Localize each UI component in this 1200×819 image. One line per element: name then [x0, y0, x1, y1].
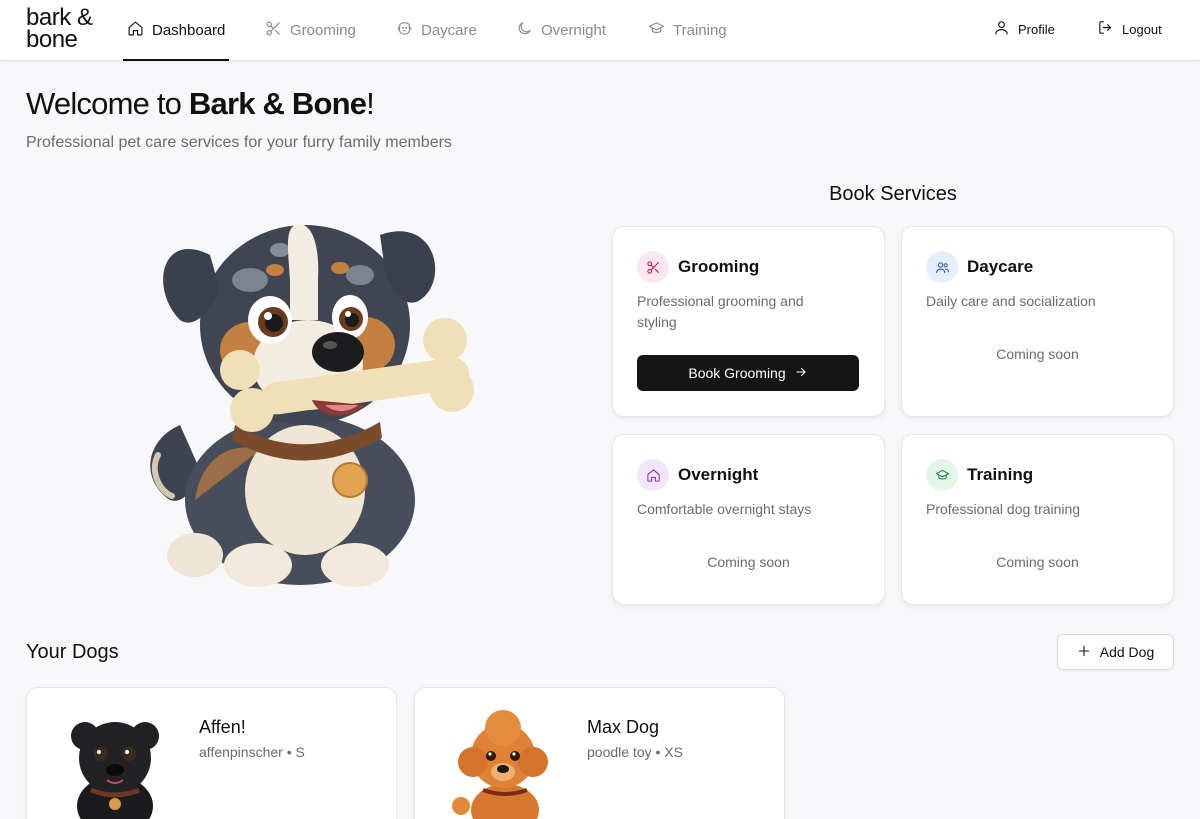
nav-tab-label: Grooming	[290, 22, 356, 39]
users-icon	[926, 251, 958, 283]
scissors-icon	[637, 251, 669, 283]
service-card-overnight: Overnight Comfortable overnight stays Co…	[612, 434, 885, 605]
card-title: Training	[967, 465, 1034, 484]
service-card-daycare: Daycare Daily care and socialization Com…	[901, 226, 1174, 417]
dog-breed: poodle toy	[587, 744, 652, 760]
dog-size: XS	[664, 744, 683, 760]
card-title: Overnight	[678, 465, 759, 484]
dog-meta: poodle toy • XS	[587, 744, 683, 760]
graduation-cap-icon	[648, 20, 665, 41]
logout-link[interactable]: Logout	[1097, 0, 1162, 58]
coming-soon-label: Coming soon	[707, 554, 790, 570]
dog-name: Max Dog	[587, 717, 660, 737]
profile-link[interactable]: Profile	[993, 0, 1055, 58]
moon-icon	[516, 20, 533, 41]
welcome-prefix: Welcome to	[26, 86, 189, 121]
nav-tab-label: Dashboard	[152, 22, 226, 39]
nav-tab-label: Training	[673, 22, 727, 39]
home-icon	[127, 20, 144, 41]
card-description: Professional grooming and styling	[637, 293, 804, 330]
dog-face-icon	[396, 20, 413, 41]
dog-name: Affen!	[199, 717, 246, 737]
nav-tab-label: Overnight	[541, 22, 607, 39]
meta-separator: •	[286, 744, 292, 760]
plus-icon	[1077, 644, 1091, 661]
home-icon	[637, 459, 669, 491]
nav-tab-training[interactable]: Training	[648, 0, 727, 61]
coming-soon-label: Coming soon	[996, 554, 1079, 570]
brand-logo[interactable]: bark & bone	[26, 6, 93, 53]
dog-card-max-dog[interactable]: Max Dog poodle toy • XS	[414, 687, 785, 819]
card-description: Daily care and socialization	[926, 293, 1096, 309]
button-label: Book Grooming	[688, 365, 786, 381]
dog-avatar-affenpinscher	[71, 722, 159, 819]
page-title: Welcome to Bark & Bone!	[26, 86, 375, 122]
user-icon	[993, 19, 1010, 39]
dog-avatar-poodle-toy	[452, 710, 548, 819]
card-header: Overnight	[637, 459, 758, 491]
logout-label: Logout	[1122, 21, 1162, 37]
nav-tab-grooming[interactable]: Grooming	[265, 0, 356, 61]
add-dog-label: Add Dog	[1099, 644, 1155, 660]
top-navbar: bark & bone Dashboard Grooming Daycare O…	[0, 0, 1200, 61]
arrow-right-icon	[794, 365, 808, 382]
logout-icon	[1097, 19, 1114, 39]
dog-meta: affenpinscher • S	[199, 744, 305, 760]
card-description: Comfortable overnight stays	[637, 501, 812, 517]
graduation-cap-icon	[926, 459, 958, 491]
card-title: Grooming	[678, 257, 760, 276]
card-header: Training	[926, 459, 1033, 491]
service-card-grooming: Grooming Professional grooming and styli…	[612, 226, 885, 417]
nav-tab-dashboard[interactable]: Dashboard	[123, 0, 229, 61]
welcome-brand: Bark & Bone	[188, 86, 367, 121]
book-services-title: Book Services	[829, 183, 957, 205]
profile-label: Profile	[1018, 21, 1055, 37]
page-subtitle: Professional pet care services for your …	[26, 134, 452, 151]
coming-soon-label: Coming soon	[996, 346, 1079, 362]
book-grooming-button[interactable]: Book Grooming	[637, 355, 859, 391]
dog-breed: affenpinscher	[199, 744, 283, 760]
welcome-suffix: !	[366, 86, 375, 121]
nav-tab-overnight[interactable]: Overnight	[516, 0, 606, 61]
nav-tab-label: Daycare	[421, 22, 477, 39]
nav-tab-daycare[interactable]: Daycare	[396, 0, 477, 61]
dog-with-bone-illustration	[150, 224, 474, 587]
dog-card-affen[interactable]: Affen! affenpinscher • S	[26, 687, 397, 819]
your-dogs-title: Your Dogs	[26, 641, 119, 663]
card-header: Daycare	[926, 251, 1033, 283]
card-description: Professional dog training	[926, 501, 1081, 517]
scissors-icon	[265, 20, 282, 41]
add-dog-button[interactable]: Add Dog	[1057, 634, 1174, 670]
card-title: Daycare	[967, 257, 1034, 276]
brand-logo-line2: bone	[26, 26, 78, 53]
meta-separator: •	[655, 744, 661, 760]
service-card-training: Training Professional dog training Comin…	[901, 434, 1174, 605]
card-header: Grooming	[637, 251, 759, 283]
dog-size: S	[295, 744, 305, 760]
